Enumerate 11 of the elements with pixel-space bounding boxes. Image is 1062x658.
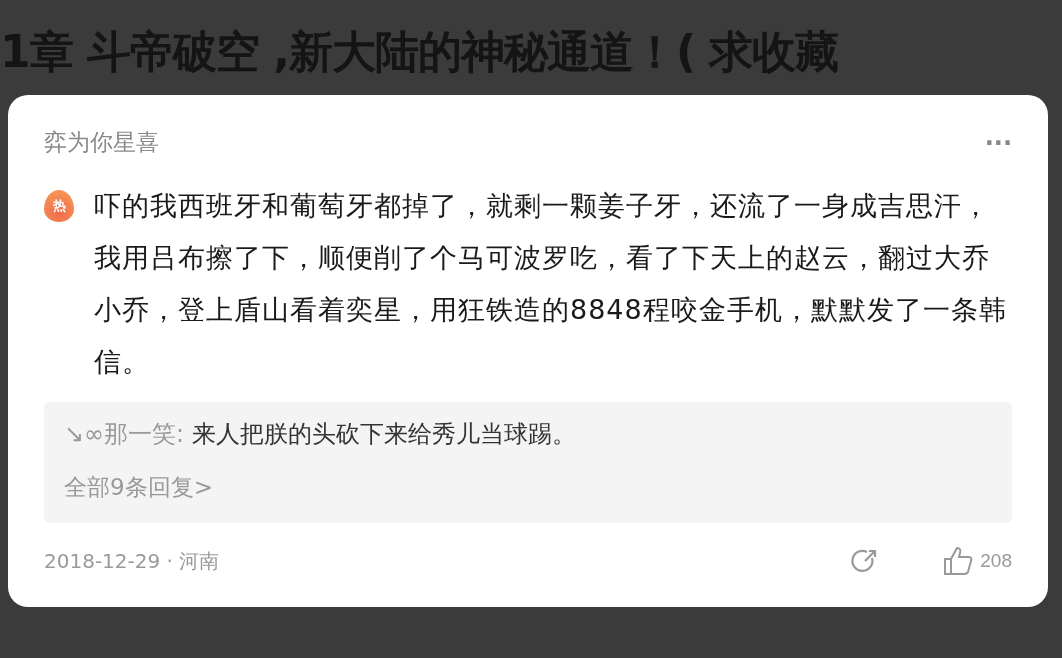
thumbs-up-icon [942,545,975,577]
comment-text: 吓的我西班牙和葡萄牙都掉了，就剩一颗姜子牙，还流了一身成吉思汗，我用吕布擦了下，顺便削了个马可波罗吃，看了下天上的赵云，翻过大乔小乔，登上盾山看着奕星，用狂铁造的8848程咬金手机，默默发了一条韩信。 [94,189,1008,379]
reply-text: 来人把朕的头砍下来给秀儿当球踢。 [190,419,576,450]
all-replies-link[interactable]: 全部9条回复> [64,472,992,503]
comment-author: 弈为你星喜 [44,128,159,157]
like-button[interactable]: 208 [942,545,1012,577]
more-button[interactable]: ··· [984,128,1012,157]
date-location: 2018-12-29 · 河南 [44,547,221,575]
reply-author[interactable]: ↘∞那一笑: [64,418,185,450]
hot-badge: 热 [44,190,74,222]
like-count: 208 [980,550,1012,572]
